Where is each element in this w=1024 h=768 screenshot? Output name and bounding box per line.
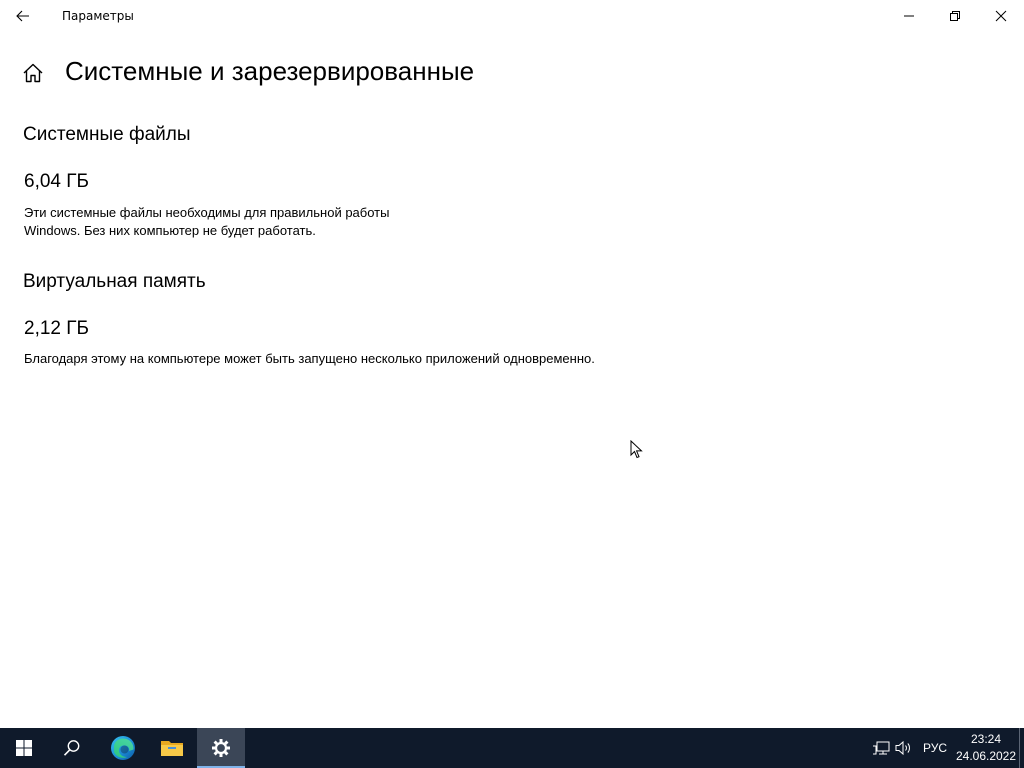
home-button[interactable]	[22, 62, 44, 84]
system-files-description: Эти системные файлы необходимы для прави…	[24, 204, 389, 240]
description-line: Благодаря этому на компьютере может быть…	[24, 351, 595, 366]
network-icon	[873, 741, 890, 755]
settings-icon	[212, 739, 230, 757]
home-icon	[23, 63, 43, 83]
section-title-system-files: Системные файлы	[23, 124, 191, 145]
virtual-memory-description: Благодаря этому на компьютере может быть…	[24, 350, 595, 368]
edge-taskbar-button[interactable]	[99, 728, 147, 768]
search-button[interactable]	[48, 728, 96, 768]
description-line: Windows. Без них компьютер не будет рабо…	[24, 223, 316, 238]
edge-icon	[111, 736, 135, 760]
description-line: Эти системные файлы необходимы для прави…	[24, 205, 390, 220]
page-title: Системные и зарезервированные	[65, 56, 475, 86]
show-desktop-button[interactable]	[1019, 728, 1024, 768]
start-icon	[16, 740, 32, 756]
back-button[interactable]	[0, 0, 46, 32]
settings-taskbar-button[interactable]	[197, 728, 245, 768]
taskbar: РУС 23:24 24.06.2022	[0, 728, 1024, 768]
minimize-icon	[904, 15, 914, 17]
back-arrow-icon	[16, 10, 29, 22]
clock-time: 23:24	[970, 732, 1002, 746]
system-files-size: 6,04 ГБ	[24, 171, 90, 192]
settings-window: Параметры Системные и зарезервированные …	[0, 0, 1024, 728]
close-button[interactable]	[978, 0, 1024, 32]
start-button[interactable]	[0, 728, 48, 768]
restore-icon	[950, 11, 960, 21]
file-explorer-icon	[161, 741, 183, 756]
file-explorer-taskbar-button[interactable]	[148, 728, 196, 768]
language-indicator[interactable]: РУС	[923, 741, 947, 755]
virtual-memory-size: 2,12 ГБ	[24, 318, 90, 339]
minimize-button[interactable]	[886, 0, 932, 32]
volume-tray-button[interactable]	[894, 738, 914, 758]
clock[interactable]: 23:24 24.06.2022	[955, 731, 1017, 765]
title-bar: Параметры	[0, 0, 1024, 32]
section-title-virtual-memory: Виртуальная память	[23, 271, 206, 292]
search-icon	[63, 740, 80, 756]
volume-icon	[895, 740, 910, 756]
close-icon	[995, 10, 1007, 22]
clock-date: 24.06.2022	[955, 749, 1017, 763]
network-tray-button[interactable]	[871, 738, 891, 758]
mouse-cursor-icon	[630, 440, 643, 459]
window-title: Параметры	[62, 9, 134, 23]
restore-button[interactable]	[932, 0, 978, 32]
